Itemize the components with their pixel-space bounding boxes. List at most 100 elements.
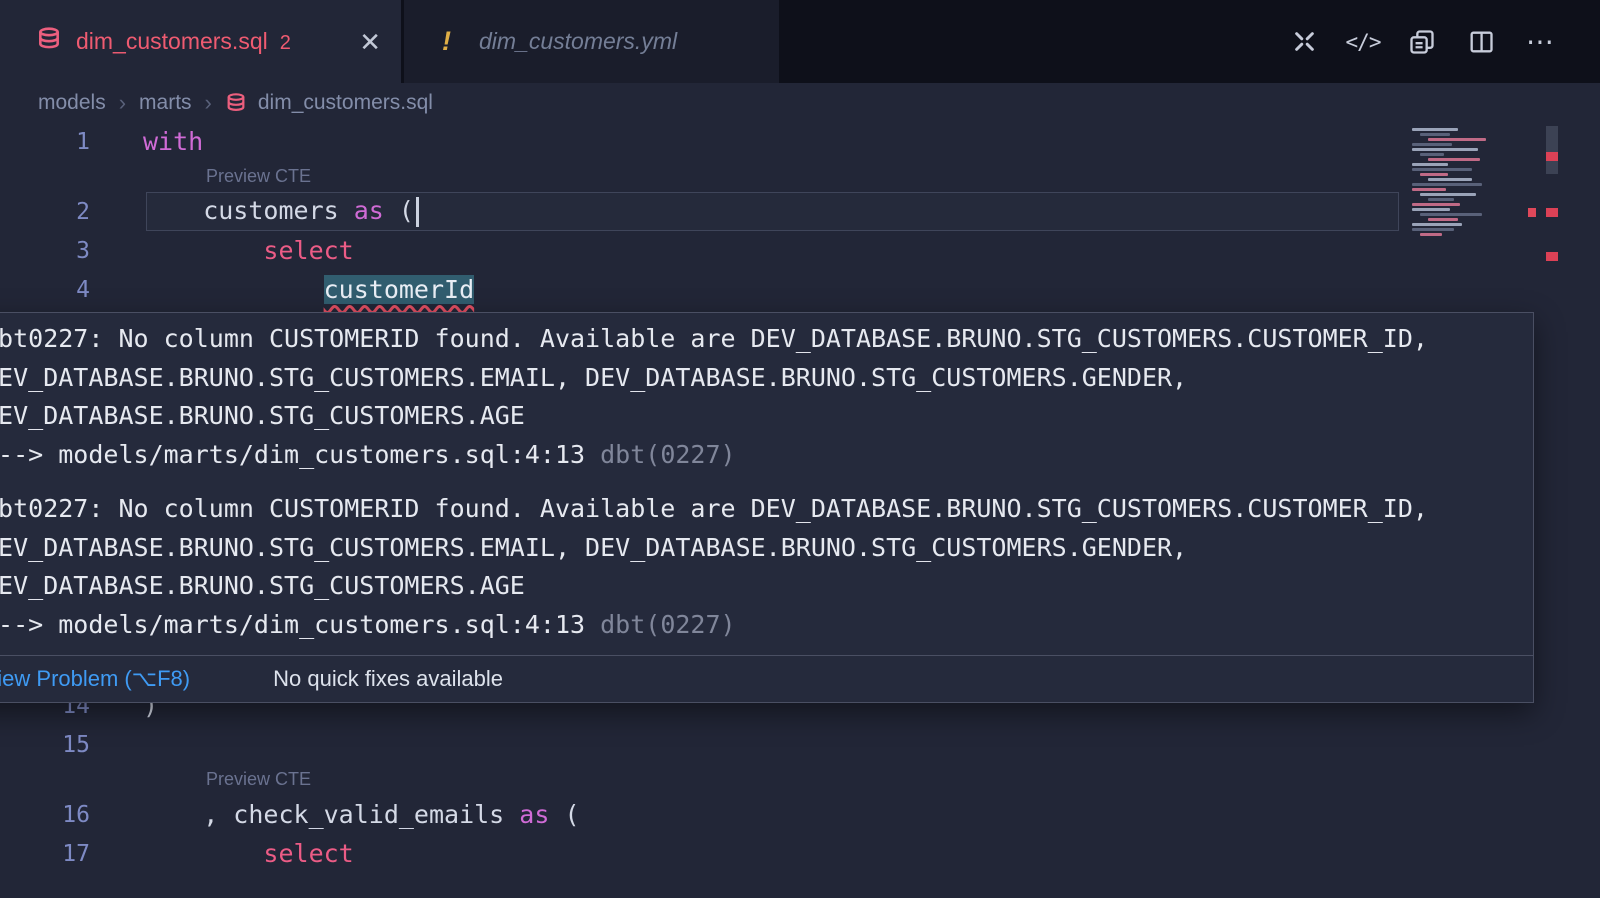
editor-tab-bar: dim_customers.sql 2 ✕ ! dim_customers.ym… (0, 0, 1600, 83)
breadcrumb-separator: › (205, 90, 212, 116)
error-message-block: dbt0227: No column CUSTOMERID found. Ava… (0, 490, 1515, 644)
minimap-line (1412, 148, 1478, 151)
line-number: 3 (0, 238, 90, 264)
code-line-17[interactable]: 17 select (0, 834, 1600, 873)
tab-dim-customers-sql[interactable]: dim_customers.sql 2 ✕ (0, 0, 401, 83)
code-line-3[interactable]: 3 select (0, 231, 1600, 270)
minimap-line (1412, 163, 1448, 166)
error-location-line: --> models/marts/dim_customers.sql:4:13 … (0, 606, 1515, 645)
line-number: 1 (0, 129, 90, 155)
code-editor[interactable]: 1withPreview CTE2 customers as (3 select… (0, 122, 1600, 898)
minimap-line (1412, 228, 1454, 231)
error-message-line: dbt0227: No column CUSTOMERID found. Ava… (0, 320, 1515, 359)
dbt-power-user-icon[interactable] (1288, 26, 1320, 58)
error-mark (1546, 208, 1558, 217)
warning-icon: ! (442, 26, 451, 57)
show-compiled-code-icon[interactable]: </> (1347, 26, 1379, 58)
code-token (143, 275, 324, 304)
minimap-line (1428, 138, 1486, 141)
editor-window: dim_customers.sql 2 ✕ ! dim_customers.ym… (0, 0, 1600, 898)
code-token: ( (384, 196, 414, 225)
minimap-line (1412, 183, 1482, 186)
no-quick-fixes-label: No quick fixes available (273, 666, 503, 692)
code-token: select (263, 839, 353, 868)
minimap-line (1412, 223, 1462, 226)
breadcrumb-item-models[interactable]: models (38, 91, 106, 115)
minimap-line (1428, 198, 1454, 201)
code-bottom-block: 14)15Preview CTE16 , check_valid_emails … (0, 686, 1600, 873)
tab-label: dim_customers.yml (479, 28, 677, 55)
database-icon (225, 92, 247, 114)
minimap-line (1412, 208, 1450, 211)
error-location: --> models/marts/dim_customers.sql:4:13 (0, 440, 585, 469)
code-line-15[interactable]: 15 (0, 725, 1600, 764)
tab-label: dim_customers.sql (76, 28, 268, 55)
code-token (143, 839, 263, 868)
code-token: ( (549, 800, 579, 829)
error-message-line: DEV_DATABASE.BRUNO.STG_CUSTOMERS.EMAIL, … (0, 359, 1515, 398)
editor-actions: </> ⋯ (1288, 0, 1600, 83)
codelens-preview-cte[interactable]: Preview CTE (206, 161, 1600, 192)
minimap-line (1420, 173, 1448, 176)
error-source: dbt(0227) (600, 440, 735, 469)
code-line-1[interactable]: 1 with (0, 122, 1600, 161)
code-token: with (143, 127, 203, 156)
scrollbar-thumb[interactable] (1546, 126, 1558, 174)
code-line-2[interactable]: 2 customers as ( (0, 192, 1600, 231)
error-message-line: dbt0227: No column CUSTOMERID found. Ava… (0, 490, 1515, 529)
minimap-line (1412, 128, 1458, 131)
minimap[interactable] (1406, 126, 1538, 244)
error-underlined-token: customerId (324, 275, 475, 304)
close-tab-icon[interactable]: ✕ (359, 29, 381, 55)
line-number: 16 (0, 802, 90, 828)
error-hover-body: dbt0227: No column CUSTOMERID found. Ava… (0, 313, 1533, 644)
code-line-4[interactable]: 4 customerId (0, 270, 1600, 309)
code-token: as (354, 196, 384, 225)
minimap-line (1420, 133, 1450, 136)
tab-dim-customers-yml[interactable]: ! dim_customers.yml (404, 0, 779, 83)
split-editor-icon[interactable] (1465, 26, 1497, 58)
breadcrumb: models › marts › dim_customers.sql (0, 83, 433, 122)
overview-ruler[interactable] (1544, 122, 1560, 898)
text-cursor (416, 197, 419, 227)
minimap-line (1412, 188, 1446, 191)
error-hover-popup: dbt0227: No column CUSTOMERID found. Ava… (0, 312, 1534, 703)
minimap-line (1412, 168, 1472, 171)
minimap-line (1420, 153, 1444, 156)
error-location-line: --> models/marts/dim_customers.sql:4:13 … (0, 436, 1515, 475)
minimap-line (1428, 158, 1480, 161)
minimap-line (1412, 203, 1460, 206)
code-line-16[interactable]: 16 , check_valid_emails as ( (0, 795, 1600, 834)
error-message-line: DEV_DATABASE.BRUNO.STG_CUSTOMERS.AGE (0, 567, 1515, 606)
minimap-line (1428, 178, 1472, 181)
error-location: --> models/marts/dim_customers.sql:4:13 (0, 610, 585, 639)
error-mark (1546, 152, 1558, 161)
tab-modified-badge: 2 (280, 32, 291, 55)
line-number: 4 (0, 277, 90, 303)
minimap-line (1420, 233, 1442, 236)
minimap-line (1428, 218, 1458, 221)
hover-status-bar: View Problem (⌥F8) No quick fixes availa… (0, 655, 1533, 702)
error-message-line: DEV_DATABASE.BRUNO.STG_CUSTOMERS.EMAIL, … (0, 529, 1515, 568)
minimap-line (1420, 213, 1482, 216)
codelens-preview-cte[interactable]: Preview CTE (206, 764, 1600, 795)
error-source: dbt(0227) (600, 610, 735, 639)
copy-file-icon[interactable] (1406, 26, 1438, 58)
line-number: 2 (0, 199, 90, 225)
breadcrumb-separator: › (119, 90, 126, 116)
code-top-block: 1withPreview CTE2 customers as (3 select… (0, 122, 1600, 309)
more-actions-icon[interactable]: ⋯ (1524, 26, 1556, 58)
minimap-error-mark (1528, 208, 1536, 217)
line-number: 15 (0, 732, 90, 758)
breadcrumb-item-dim_customers.sql[interactable]: dim_customers.sql (258, 91, 433, 115)
error-message-block: dbt0227: No column CUSTOMERID found. Ava… (0, 320, 1515, 474)
minimap-line (1420, 193, 1476, 196)
error-mark (1546, 252, 1558, 261)
minimap-line (1412, 143, 1452, 146)
code-token: , check_valid_emails (143, 800, 519, 829)
code-token: as (519, 800, 549, 829)
view-problem-link[interactable]: View Problem (⌥F8) (0, 666, 190, 692)
code-token: select (263, 236, 353, 265)
code-token (143, 236, 263, 265)
breadcrumb-item-marts[interactable]: marts (139, 91, 192, 115)
